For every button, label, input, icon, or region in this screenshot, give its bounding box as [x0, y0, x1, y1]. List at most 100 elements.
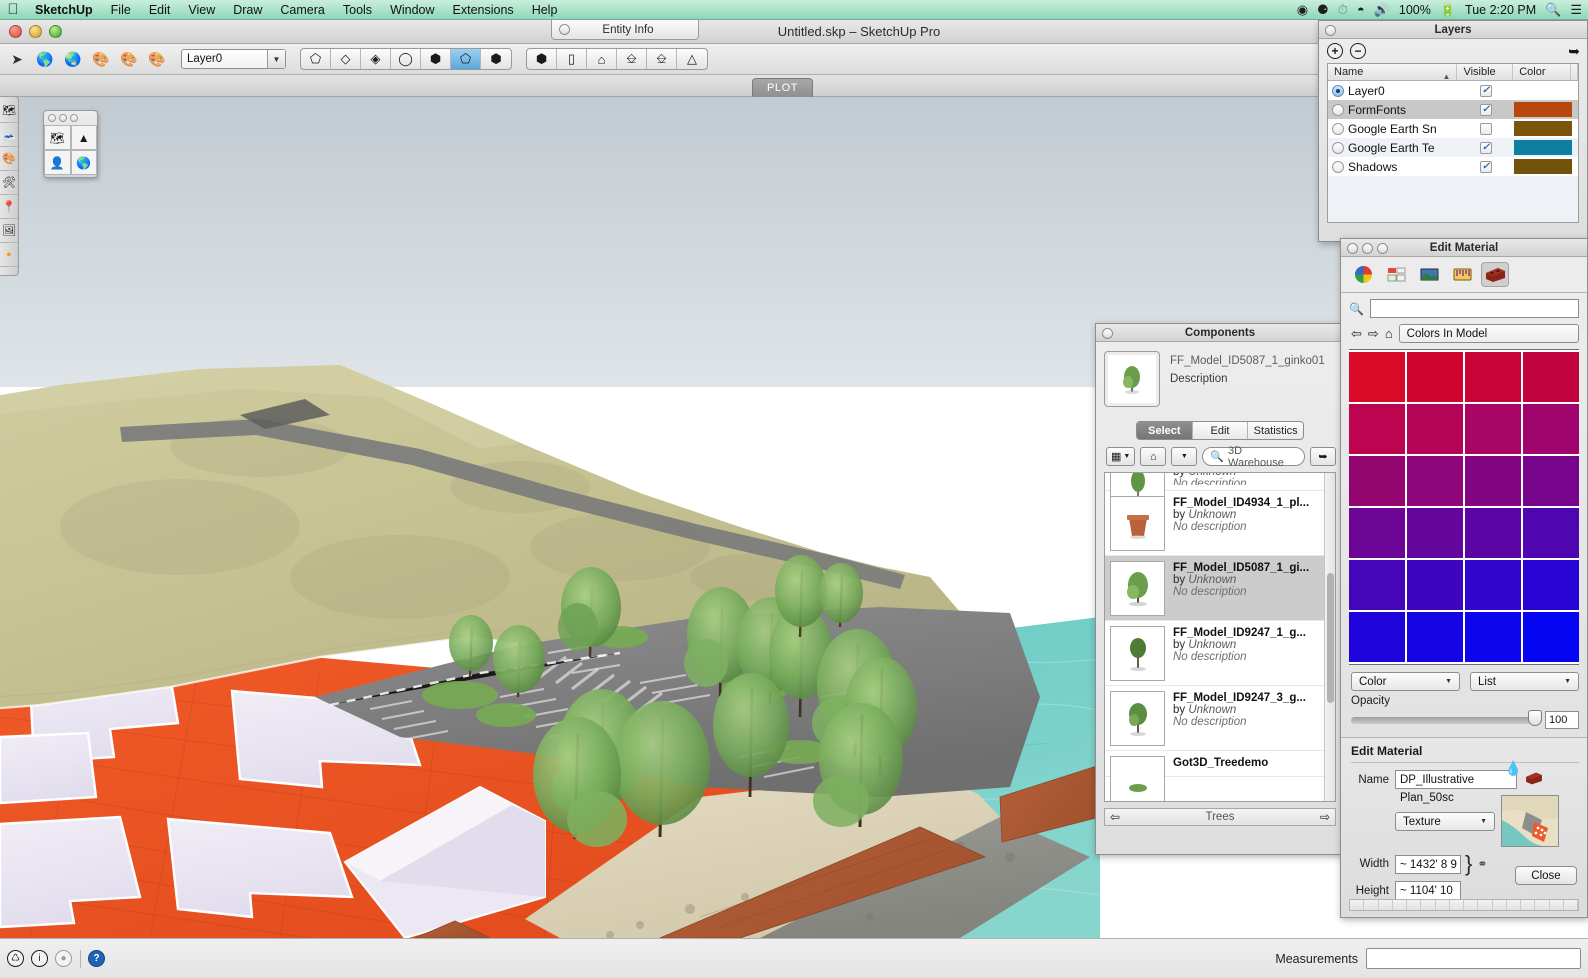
entity-info-tab[interactable]: Entity Info	[551, 20, 699, 40]
list-mode-dropdown[interactable]: List	[1470, 672, 1579, 691]
color-mode-dropdown[interactable]: Color	[1351, 672, 1460, 691]
list-item[interactable]: FF_Model_ID2610_1_rh... by Unknown No de…	[1105, 473, 1335, 511]
table-row[interactable]: Google Earth Te ✓	[1328, 138, 1578, 157]
large-tool-4-icon[interactable]: 🛠	[0, 171, 18, 195]
measurements-input[interactable]	[1366, 948, 1581, 969]
chevron-down-icon[interactable]: ▼	[1181, 453, 1188, 460]
toggle-terrain-icon[interactable]: ▲	[70, 125, 97, 150]
color-wheel-icon[interactable]	[1349, 262, 1377, 287]
color-swatch[interactable]	[1349, 456, 1405, 506]
color-swatch[interactable]	[1349, 612, 1405, 662]
color-swatch[interactable]	[1523, 508, 1579, 558]
layer-active-radio-cell[interactable]	[1328, 84, 1348, 97]
menu-tools[interactable]: Tools	[334, 0, 381, 20]
checkbox-icon[interactable]: ✓	[1480, 103, 1492, 116]
photo-icon[interactable]	[1415, 262, 1443, 287]
paint-bucket-red-icon[interactable]: 🎨	[89, 47, 113, 71]
spotlight-search-icon[interactable]: 🔍	[1545, 0, 1561, 20]
view-iso-button[interactable]: ⬢	[527, 49, 557, 69]
paint-bucket-grey-icon[interactable]: 🎨	[145, 47, 169, 71]
large-tool-3-icon[interactable]: 🎨	[0, 147, 18, 171]
component-thumbnail[interactable]	[1110, 626, 1165, 681]
tab-edit[interactable]: Edit	[1193, 422, 1249, 439]
brick-icon[interactable]	[1481, 262, 1509, 287]
warehouse-search-input[interactable]: 🔍 3D Warehouse	[1202, 445, 1305, 469]
texture-preview[interactable]	[1501, 795, 1559, 847]
color-swatch[interactable]	[1407, 612, 1463, 662]
menu-edit[interactable]: Edit	[140, 0, 180, 20]
layer-color-cell[interactable]	[1514, 83, 1572, 98]
color-swatch[interactable]	[1523, 352, 1579, 402]
remove-layer-button[interactable]: −	[1350, 43, 1366, 59]
apple-logo-icon[interactable]: 	[0, 2, 26, 17]
components-panel-titlebar[interactable]: Components	[1096, 324, 1344, 342]
radio-icon[interactable]	[1332, 160, 1344, 173]
view-back-button[interactable]: ⎒	[647, 49, 677, 69]
style-shaded-button[interactable]: ◯	[391, 49, 421, 69]
menu-window[interactable]: Window	[381, 0, 443, 20]
layers-col-name[interactable]: Name ▲	[1328, 64, 1458, 81]
layers-col-color[interactable]: Color	[1513, 64, 1571, 80]
eyedropper-icon[interactable]: 💧	[1505, 759, 1522, 777]
large-tool-2-icon[interactable]: 🗻	[0, 123, 18, 147]
texture-height-input[interactable]: ~ 1104' 10	[1395, 881, 1461, 900]
color-swatch[interactable]	[1407, 352, 1463, 402]
mini-minimize-icon[interactable]	[59, 114, 67, 122]
layer-visible-cell[interactable]: ✓	[1458, 160, 1514, 173]
nav-back-icon[interactable]: ⇦	[1351, 326, 1362, 342]
large-tool-6-icon[interactable]: 🖼	[0, 219, 18, 243]
opacity-value-input[interactable]: 100	[1545, 711, 1579, 729]
view-left-button[interactable]: △	[677, 49, 707, 69]
google-earth-preview-icon[interactable]: 🌎	[70, 150, 97, 175]
component-thumbnail[interactable]	[1110, 756, 1165, 801]
materials-minimize-icon[interactable]	[1362, 243, 1373, 254]
layer-active-radio-cell[interactable]	[1328, 122, 1348, 135]
color-swatch[interactable]	[1407, 456, 1463, 506]
layer-visible-cell[interactable]: ✓	[1458, 103, 1514, 116]
style-hiddenline-button[interactable]: ◈	[361, 49, 391, 69]
wifi-icon[interactable]: ◓	[1357, 0, 1365, 20]
color-swatch[interactable]	[1349, 560, 1405, 610]
components-collapse-icon[interactable]	[1102, 328, 1113, 339]
list-item[interactable]: Got3D_Treedemo	[1105, 751, 1335, 801]
mini-close-icon[interactable]	[48, 114, 56, 122]
dropbox-icon[interactable]: ⚈	[1317, 0, 1329, 20]
style-wireframe-button[interactable]: ◇	[331, 49, 361, 69]
collection-forward-button[interactable]: ⇨	[1315, 810, 1335, 824]
layers-col-visible[interactable]: Visible	[1457, 64, 1514, 80]
color-swatch[interactable]	[1407, 404, 1463, 454]
color-swatch[interactable]	[1465, 456, 1521, 506]
collection-dropdown-button[interactable]: ▼	[1171, 447, 1198, 466]
select-tool-icon[interactable]: ➤	[7, 51, 27, 68]
menubar-clock[interactable]: Tue 2:20 PM	[1465, 3, 1536, 17]
layer-color-cell[interactable]	[1514, 140, 1572, 155]
materials-collapse-icon[interactable]	[1347, 243, 1358, 254]
sort-ascending-icon[interactable]: ▲	[1443, 68, 1451, 85]
add-layer-button[interactable]: +	[1327, 43, 1343, 59]
style-xray-button[interactable]: ⬠	[301, 49, 331, 69]
help-icon[interactable]: ?	[88, 950, 105, 967]
view-right-button[interactable]: ⎒	[617, 49, 647, 69]
layer-visible-cell[interactable]: ✓	[1458, 141, 1514, 154]
view-front-button[interactable]: ⌂	[587, 49, 617, 69]
style-shaded-texture-button[interactable]: ⬢	[421, 49, 451, 69]
color-swatch[interactable]	[1465, 560, 1521, 610]
menu-extensions[interactable]: Extensions	[444, 0, 523, 20]
materials-zoom-icon[interactable]	[1377, 243, 1388, 254]
table-row[interactable]: Layer0 ✓	[1328, 81, 1578, 100]
color-swatch[interactable]	[1465, 404, 1521, 454]
tab-select[interactable]: Select	[1137, 422, 1193, 439]
opacity-slider[interactable]	[1351, 709, 1542, 726]
home-collection-button[interactable]: ⌂	[1140, 447, 1167, 466]
color-swatch[interactable]	[1465, 508, 1521, 558]
toggle-terrain-icon[interactable]: 🌏	[61, 47, 85, 71]
layer-visible-cell[interactable]	[1458, 122, 1514, 135]
opacity-slider-knob[interactable]	[1528, 709, 1542, 726]
layer-visible-cell[interactable]: ✓	[1458, 84, 1514, 97]
info-icon[interactable]: i	[31, 950, 48, 967]
menu-view[interactable]: View	[179, 0, 224, 20]
scene-tab-plot[interactable]: PLOT	[752, 78, 814, 97]
material-name-input[interactable]: DP_Illustrative Plan_50sc 💧	[1395, 760, 1522, 804]
checkbox-icon[interactable]: ✓	[1480, 160, 1492, 173]
table-row[interactable]: FormFonts ✓	[1328, 100, 1578, 119]
